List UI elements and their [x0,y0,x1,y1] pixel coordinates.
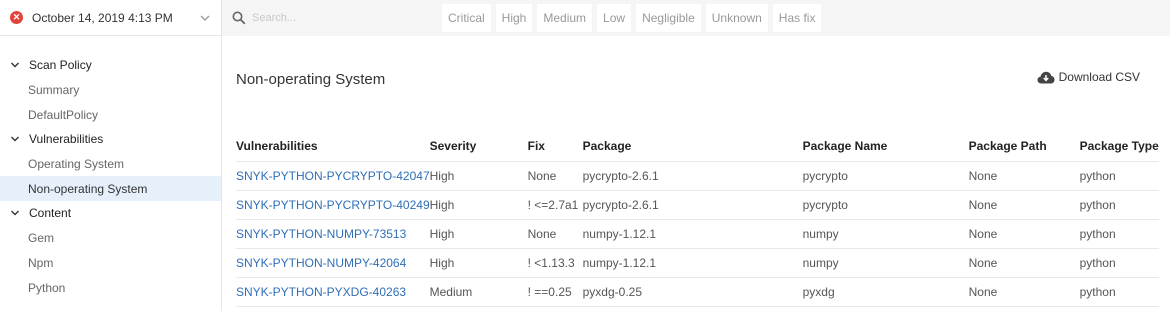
package-cell: pyxdg-0.25 [582,277,803,307]
fix-cell: None [527,161,583,191]
filter-medium[interactable]: Medium [537,4,593,32]
search-input[interactable] [252,12,402,24]
package-name-cell: numpy [802,219,969,249]
package-path-cell: None [968,190,1080,220]
package-name-cell: numpy [802,248,969,278]
sidebar-nav: Scan Policy Summary DefaultPolicy Vulner… [0,36,221,300]
package-cell: pycrypto-2.6.1 [582,190,803,220]
download-csv-label: Download CSV [1058,70,1140,84]
search-box[interactable] [232,4,428,32]
package-type-cell: python [1079,219,1159,249]
fix-cell: ! <=2.7a1 [527,190,583,220]
chevron-down-icon [11,136,19,142]
severity-cell: Medium [429,277,528,307]
package-name-cell: pyxdg [802,277,969,307]
sidebar-group-vulnerabilities[interactable]: Vulnerabilities [0,127,221,151]
sidebar-item-defaultpolicy[interactable]: DefaultPolicy [0,102,221,127]
column-header-package-name[interactable]: Package Name [802,132,969,162]
vulnerability-link[interactable]: SNYK-PYTHON-PYCRYPTO-40249 [236,190,430,220]
sidebar-item-non-operating-system[interactable]: Non-operating System [0,176,221,201]
filter-unknown[interactable]: Unknown [705,4,768,32]
vulnerabilities-table: Vulnerabilities Severity Fix Package Pac… [236,132,1159,307]
sidebar-group-label: Content [29,206,72,220]
table-row: SNYK-PYTHON-PYCRYPTO-42047 High None pyc… [236,161,1159,191]
filter-low[interactable]: Low [597,4,632,32]
package-type-cell: python [1079,277,1159,307]
package-path-cell: None [968,248,1080,278]
severity-cell: High [429,248,528,278]
package-type-cell: python [1079,190,1159,220]
error-x-icon: ✕ [10,11,23,24]
download-csv-button[interactable]: Download CSV [1037,70,1140,84]
vulnerability-link[interactable]: SNYK-PYTHON-NUMPY-73513 [236,219,430,249]
cloud-download-icon [1037,71,1055,83]
scan-selector[interactable]: ✕ October 14, 2019 4:13 PM [0,0,221,36]
main-content: Non-operating System Download CSV Vulner… [222,36,1170,311]
vulnerability-link[interactable]: SNYK-PYTHON-PYXDG-40263 [236,277,430,307]
table-row: SNYK-PYTHON-NUMPY-73513 High None numpy-… [236,219,1159,249]
chevron-down-icon[interactable] [199,12,211,24]
sidebar-item-python[interactable]: Python [0,275,221,300]
package-path-cell: None [968,161,1080,191]
filter-high[interactable]: High [495,4,533,32]
column-header-vulnerabilities[interactable]: Vulnerabilities [236,132,430,162]
scan-date: October 14, 2019 4:13 PM [32,10,173,25]
severity-cell: High [429,219,528,249]
package-path-cell: None [968,277,1080,307]
severity-cell: High [429,161,528,191]
fix-cell: ! ==0.25 [527,277,583,307]
package-name-cell: pycrypto [802,161,969,191]
package-cell: numpy-1.12.1 [582,219,803,249]
column-header-package-type[interactable]: Package Type [1079,132,1159,162]
column-header-severity[interactable]: Severity [429,132,528,162]
sidebar-group-scan-policy[interactable]: Scan Policy [0,53,221,77]
sidebar-group-content[interactable]: Content [0,201,221,225]
package-type-cell: python [1079,161,1159,191]
sidebar-group-label: Vulnerabilities [29,132,104,146]
package-type-cell: python [1079,248,1159,278]
sidebar-item-operating-system[interactable]: Operating System [0,151,221,176]
table-header-row: Vulnerabilities Severity Fix Package Pac… [236,132,1159,162]
fix-cell: ! <1.13.3 [527,248,583,278]
chevron-down-icon [11,210,19,216]
filter-negligible[interactable]: Negligible [636,4,701,32]
sidebar-item-gem[interactable]: Gem [0,225,221,250]
severity-cell: High [429,190,528,220]
column-header-package-path[interactable]: Package Path [968,132,1080,162]
chevron-down-icon [11,62,19,68]
sidebar-group-label: Scan Policy [29,58,92,72]
filter-critical[interactable]: Critical [442,4,491,32]
page-title: Non-operating System [236,71,386,88]
package-name-cell: pycrypto [802,190,969,220]
search-icon [232,11,246,25]
package-path-cell: None [968,219,1080,249]
package-cell: pycrypto-2.6.1 [582,161,803,191]
fix-cell: None [527,219,583,249]
table-row: SNYK-PYTHON-NUMPY-42064 High ! <1.13.3 n… [236,248,1159,278]
column-header-fix[interactable]: Fix [527,132,583,162]
filter-has-fix[interactable]: Has fix [772,4,822,32]
table-row: SNYK-PYTHON-PYXDG-40263 Medium ! ==0.25 … [236,277,1159,307]
sidebar-item-summary[interactable]: Summary [0,77,221,102]
topbar: Critical High Medium Low Negligible Unkn… [222,0,1170,36]
sidebar-item-npm[interactable]: Npm [0,250,221,275]
severity-filters: Critical High Medium Low Negligible Unkn… [442,4,826,32]
sidebar: ✕ October 14, 2019 4:13 PM Scan Policy S… [0,0,222,311]
vulnerability-link[interactable]: SNYK-PYTHON-NUMPY-42064 [236,248,430,278]
vulnerability-link[interactable]: SNYK-PYTHON-PYCRYPTO-42047 [236,161,430,191]
column-header-package[interactable]: Package [582,132,803,162]
package-cell: numpy-1.12.1 [582,248,803,278]
table-row: SNYK-PYTHON-PYCRYPTO-40249 High ! <=2.7a… [236,190,1159,220]
